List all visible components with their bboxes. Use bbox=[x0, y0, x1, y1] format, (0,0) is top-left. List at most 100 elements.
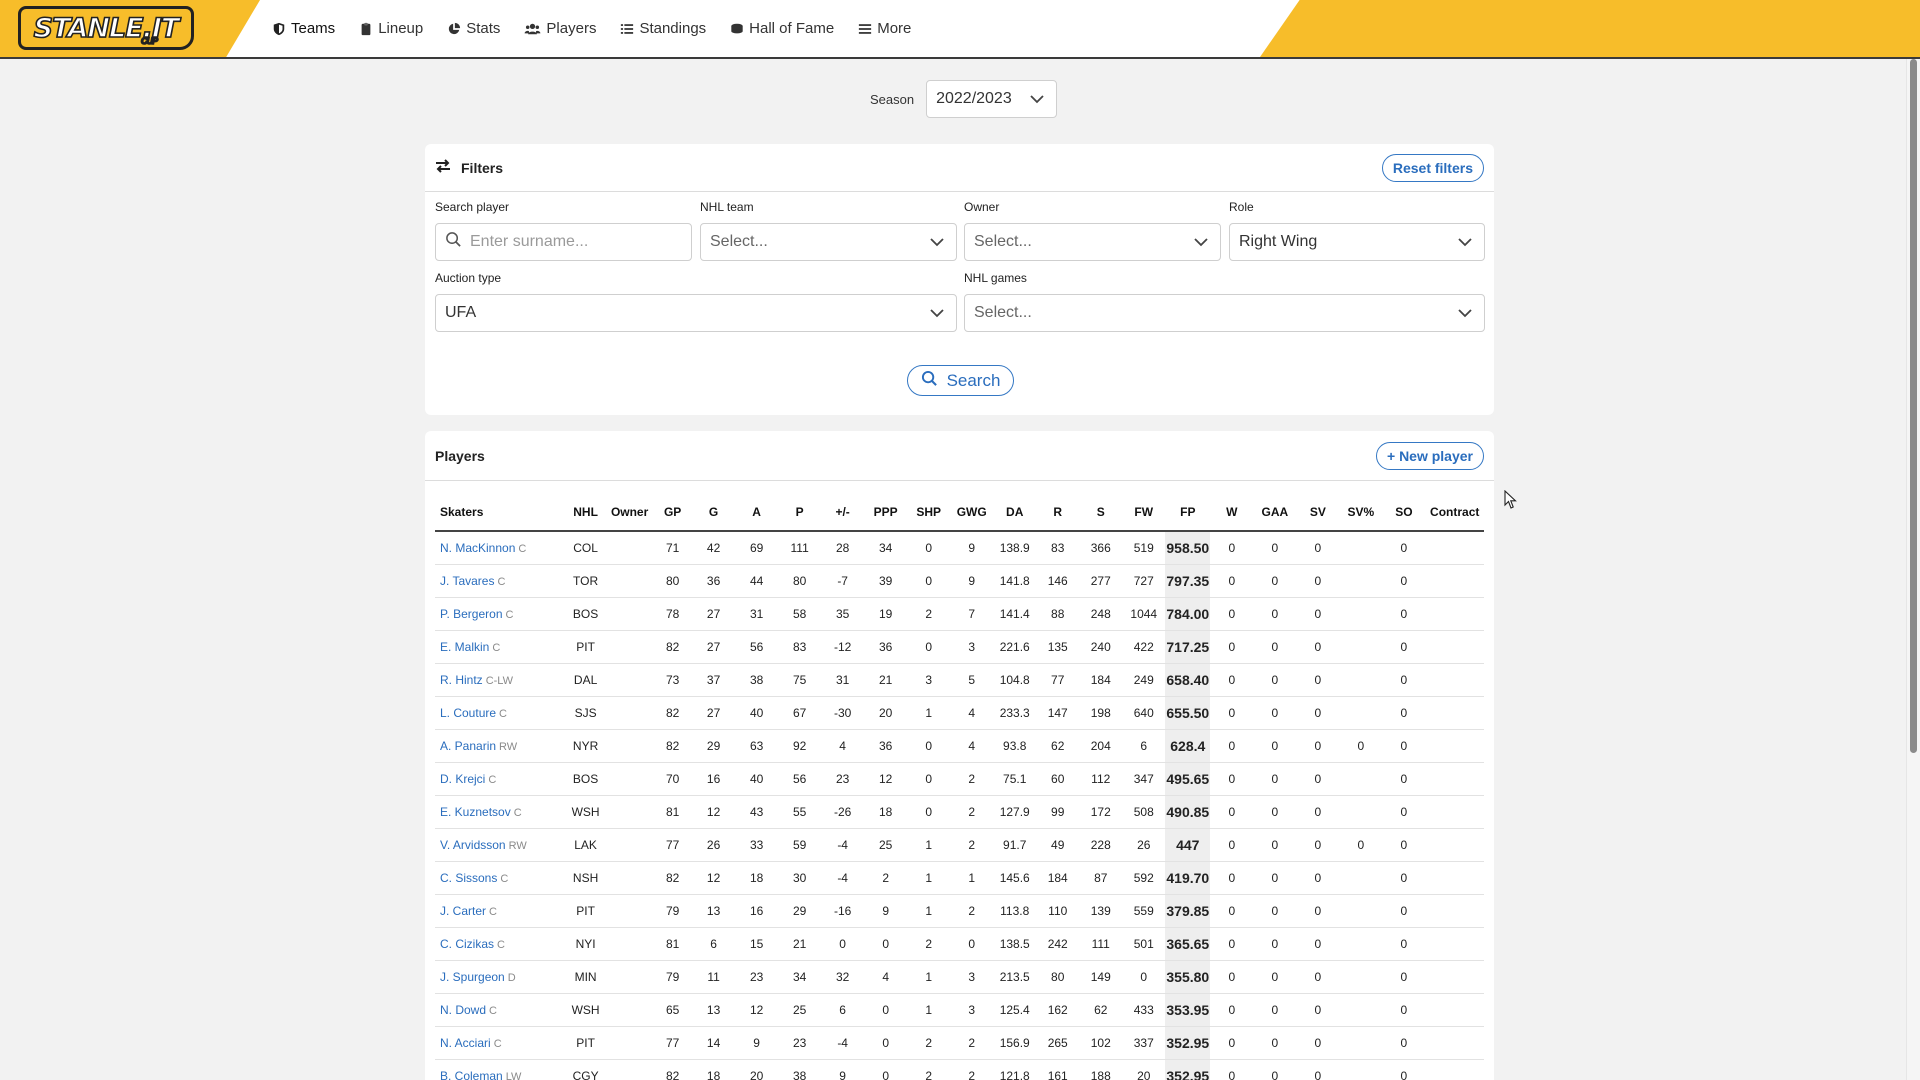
column-header[interactable]: A bbox=[735, 493, 779, 532]
cell-a: 31 bbox=[735, 597, 779, 631]
player-name-link[interactable]: R. Hintz bbox=[440, 673, 483, 687]
column-header[interactable]: FP bbox=[1165, 493, 1211, 532]
nhl-games-select[interactable]: Select... bbox=[964, 294, 1485, 332]
cell-svp bbox=[1339, 531, 1383, 565]
cell-p: 67 bbox=[778, 696, 822, 730]
column-header[interactable]: G bbox=[692, 493, 736, 532]
cell-da: 221.6 bbox=[993, 630, 1037, 664]
nav-item-hall-of-fame[interactable]: Hall of Fame bbox=[718, 0, 846, 57]
cell-fp: 419.70 bbox=[1165, 861, 1211, 895]
column-header[interactable]: SV% bbox=[1339, 493, 1383, 532]
cell-sv: 0 bbox=[1296, 1059, 1340, 1080]
nav-item-players[interactable]: Players bbox=[512, 0, 608, 57]
player-name-link[interactable]: L. Couture bbox=[440, 706, 496, 720]
column-header[interactable]: DA bbox=[993, 493, 1037, 532]
player-name-link[interactable]: A. Panarin bbox=[440, 739, 496, 753]
column-header[interactable]: +/- bbox=[821, 493, 865, 532]
column-header[interactable]: R bbox=[1036, 493, 1080, 532]
cell-fw: 20 bbox=[1122, 1059, 1166, 1080]
nav-item-label: Players bbox=[546, 20, 597, 37]
owner-select[interactable]: Select... bbox=[964, 223, 1221, 261]
column-header[interactable]: S bbox=[1079, 493, 1123, 532]
nav-item-more[interactable]: More bbox=[846, 0, 923, 57]
cell-contract bbox=[1425, 795, 1484, 829]
cell-g: 37 bbox=[692, 663, 736, 697]
player-name-link[interactable]: N. Acciari bbox=[440, 1036, 491, 1050]
column-header[interactable]: SO bbox=[1382, 493, 1426, 532]
player-name-link[interactable]: J. Tavares bbox=[440, 574, 494, 588]
player-name-link[interactable]: C. Sissons bbox=[440, 871, 497, 885]
cell-g: 12 bbox=[692, 795, 736, 829]
cell-gwg: 2 bbox=[950, 1026, 994, 1060]
player-name-link[interactable]: E. Kuznetsov bbox=[440, 805, 511, 819]
cell-svp bbox=[1339, 894, 1383, 928]
column-header[interactable]: Owner bbox=[606, 493, 654, 532]
cell-p: 58 bbox=[778, 597, 822, 631]
reset-filters-button[interactable]: Reset filters bbox=[1381, 153, 1484, 182]
nav-item-stats[interactable]: Stats bbox=[435, 0, 512, 57]
cell-so: 0 bbox=[1382, 828, 1426, 862]
search-player-input[interactable]: Enter surname... bbox=[435, 223, 692, 261]
search-button[interactable]: Search bbox=[907, 365, 1014, 396]
cell-r: 83 bbox=[1036, 531, 1080, 565]
player-role: C bbox=[500, 872, 509, 885]
column-header[interactable]: NHL bbox=[565, 493, 607, 532]
season-selector: Season 2022/2023 bbox=[870, 80, 1058, 118]
column-header[interactable]: FW bbox=[1122, 493, 1166, 532]
player-name-link[interactable]: N. Dowd bbox=[440, 1003, 486, 1017]
column-header[interactable]: W bbox=[1210, 493, 1254, 532]
player-role: LW bbox=[505, 1070, 522, 1080]
nav-item-standings[interactable]: Standings bbox=[608, 0, 718, 57]
nav-item-lineup[interactable]: Lineup bbox=[347, 0, 435, 57]
cell-contract bbox=[1425, 630, 1484, 664]
cell-a: 18 bbox=[735, 861, 779, 895]
player-name-link[interactable]: J. Carter bbox=[440, 904, 486, 918]
cell-gp: 77 bbox=[653, 1026, 693, 1060]
auction-type-select[interactable]: UFA bbox=[435, 294, 957, 332]
scrollbar-thumb[interactable] bbox=[1910, 59, 1917, 753]
player-name-link[interactable]: D. Krejci bbox=[440, 772, 485, 786]
owner-field: Owner Select... bbox=[964, 200, 1221, 261]
column-header[interactable]: GP bbox=[653, 493, 693, 532]
cell-shp: 0 bbox=[907, 795, 951, 829]
site-logo[interactable]: STANLE.IT CUP bbox=[18, 6, 194, 50]
player-name-link[interactable]: B. Coleman bbox=[440, 1069, 503, 1080]
column-header[interactable]: Contract bbox=[1425, 493, 1484, 532]
player-name-link[interactable]: P. Bergeron bbox=[440, 607, 503, 621]
player-name-link[interactable]: C. Cizikas bbox=[440, 937, 494, 951]
role-select[interactable]: Right Wing bbox=[1229, 223, 1485, 261]
player-name-link[interactable]: N. MacKinnon bbox=[440, 541, 515, 555]
cell-gaa: 0 bbox=[1253, 1059, 1297, 1080]
season-label: Season bbox=[870, 91, 915, 107]
cell-gp: 73 bbox=[653, 663, 693, 697]
column-header[interactable]: PPP bbox=[864, 493, 908, 532]
player-name-link[interactable]: J. Spurgeon bbox=[440, 970, 505, 984]
nhl-team-select[interactable]: Select... bbox=[700, 223, 957, 261]
player-name-link[interactable]: V. Arvidsson bbox=[440, 838, 506, 852]
cell-da: 138.9 bbox=[993, 531, 1037, 565]
column-header[interactable]: GWG bbox=[950, 493, 994, 532]
cell-svp bbox=[1339, 960, 1383, 994]
season-select[interactable]: 2022/2023 bbox=[926, 80, 1058, 118]
cell-contract bbox=[1425, 1026, 1484, 1060]
cell-fw: 640 bbox=[1122, 696, 1166, 730]
player-name-link[interactable]: E. Malkin bbox=[440, 640, 489, 654]
column-header[interactable]: P bbox=[778, 493, 822, 532]
column-header[interactable]: SV bbox=[1296, 493, 1340, 532]
cell-gaa: 0 bbox=[1253, 729, 1297, 763]
column-header[interactable]: GAA bbox=[1253, 493, 1297, 532]
cell-fp: 658.40 bbox=[1165, 663, 1211, 697]
cell-contract bbox=[1425, 597, 1484, 631]
cell-owner bbox=[606, 828, 654, 862]
table-row: J. Carter C PIT 79 13 16 29 -16 9 1 2 113.8 110 139 55… bbox=[435, 894, 1484, 928]
cell-pm: -4 bbox=[821, 1026, 865, 1060]
page-scrollbar[interactable] bbox=[1906, 59, 1920, 1080]
column-header[interactable]: SHP bbox=[907, 493, 951, 532]
column-header[interactable]: Skaters bbox=[435, 493, 566, 532]
new-player-button[interactable]: + New player bbox=[1376, 441, 1484, 470]
chevron-down-icon bbox=[1029, 93, 1045, 105]
cell-gaa: 0 bbox=[1253, 993, 1297, 1027]
nav-item-teams[interactable]: Teams bbox=[260, 0, 347, 57]
cell-owner bbox=[606, 663, 654, 697]
cell-ppp: 18 bbox=[864, 795, 908, 829]
